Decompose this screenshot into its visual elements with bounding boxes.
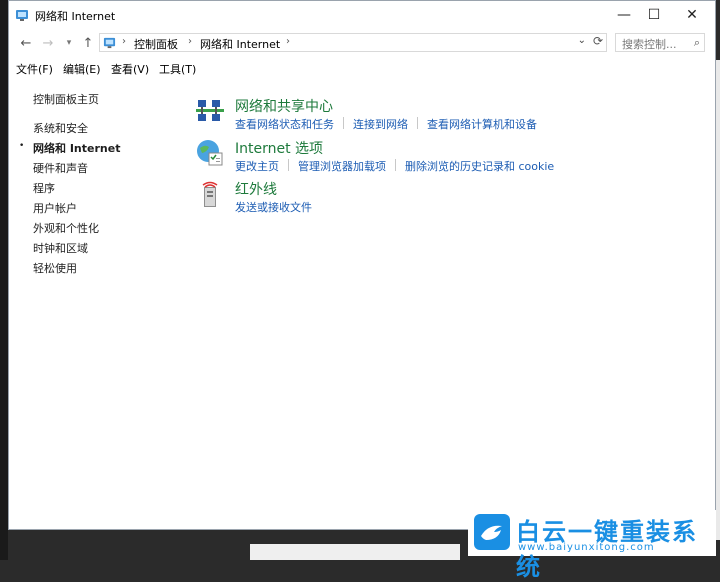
sidebar-item-system-security[interactable]: 系统和安全 xyxy=(33,120,88,136)
sidebar-item-programs[interactable]: 程序 xyxy=(33,180,55,196)
send-receive-files-link[interactable]: 发送或接收文件 xyxy=(235,199,312,215)
internet-options-tasks: 更改主页 管理浏览器加载项 删除浏览的历史记录和 cookie xyxy=(235,158,554,174)
change-homepage-link[interactable]: 更改主页 xyxy=(235,158,279,174)
address-bar[interactable]: › 控制面板 › 网络和 Internet › ⌄ ⟳ xyxy=(99,33,607,52)
menu-tools[interactable]: 工具(T) xyxy=(159,61,196,77)
window-title: 网络和 Internet xyxy=(35,10,116,23)
background-window-edge xyxy=(716,60,720,540)
sidebar-item-user-accounts[interactable]: 用户帐户 xyxy=(33,200,77,216)
menu-edit[interactable]: 编辑(E) xyxy=(63,61,101,77)
infrared-link[interactable]: 红外线 xyxy=(235,179,277,199)
link-divider xyxy=(395,159,396,171)
watermark-url: www.baiyunxitong.com xyxy=(518,542,655,553)
link-divider xyxy=(288,159,289,171)
control-panel-icon xyxy=(103,37,116,49)
breadcrumb-separator[interactable]: › xyxy=(122,36,126,47)
network-sharing-tasks: 查看网络状态和任务 连接到网络 查看网络计算机和设备 xyxy=(235,116,537,132)
search-icon[interactable]: ⌕ xyxy=(694,36,700,50)
sidebar-item-clock-region[interactable]: 时钟和区域 xyxy=(33,240,88,256)
control-panel-icon xyxy=(16,10,28,21)
internet-options-icon[interactable] xyxy=(195,138,225,168)
sidebar-item-hardware-sound[interactable]: 硬件和声音 xyxy=(33,160,88,176)
internet-options-link[interactable]: Internet 选项 xyxy=(235,138,323,158)
menu-view[interactable]: 查看(V) xyxy=(111,61,149,77)
sidebar-item-network-internet[interactable]: 网络和 Internet xyxy=(33,140,120,156)
address-dropdown-icon[interactable]: ⌄ xyxy=(578,35,586,46)
breadcrumb-network-internet[interactable]: 网络和 Internet xyxy=(200,36,280,52)
network-sharing-center-link[interactable]: 网络和共享中心 xyxy=(235,96,333,116)
search-input[interactable]: 搜索控制... ⌕ xyxy=(615,33,705,52)
maximize-button[interactable]: ☐ xyxy=(634,1,674,29)
desktop-background-strip xyxy=(0,0,8,560)
breadcrumb-separator[interactable]: › xyxy=(188,36,192,47)
watermark: 白云一键重装系统 www.baiyunxitong.com xyxy=(468,510,716,581)
recent-locations-chevron-icon[interactable]: ▾ xyxy=(63,34,75,52)
close-button[interactable]: ✕ xyxy=(672,1,712,29)
infrared-icon[interactable] xyxy=(195,179,225,209)
network-sharing-icon[interactable] xyxy=(195,96,225,126)
back-arrow-icon[interactable]: ← xyxy=(17,34,35,52)
connect-to-network-link[interactable]: 连接到网络 xyxy=(353,116,408,132)
refresh-icon[interactable]: ⟳ xyxy=(593,34,603,48)
sidebar-item-appearance[interactable]: 外观和个性化 xyxy=(33,220,99,236)
sidebar-item-home[interactable]: 控制面板主页 xyxy=(33,91,99,107)
control-panel-window: 网络和 Internet — ☐ ✕ ← → ▾ ↑ › 控制面板 › 网络和 … xyxy=(8,0,716,530)
link-divider xyxy=(343,117,344,129)
infrared-tasks: 发送或接收文件 xyxy=(235,199,312,215)
sidebar-item-ease-of-access[interactable]: 轻松使用 xyxy=(33,260,77,276)
title-bar: 网络和 Internet — ☐ ✕ xyxy=(9,1,715,29)
navigation-bar: ← → ▾ ↑ › 控制面板 › 网络和 Internet › ⌄ ⟳ 搜索控制… xyxy=(9,31,715,55)
search-placeholder: 搜索控制... xyxy=(622,38,677,51)
breadcrumb-control-panel[interactable]: 控制面板 xyxy=(134,36,178,52)
current-item-bullet: • xyxy=(19,141,25,151)
forward-arrow-icon[interactable]: → xyxy=(39,34,57,52)
breadcrumb-separator[interactable]: › xyxy=(286,36,290,47)
delete-browsing-history-link[interactable]: 删除浏览的历史记录和 cookie xyxy=(405,158,554,174)
background-window-strip xyxy=(250,544,460,560)
menu-file[interactable]: 文件(F) xyxy=(16,61,53,77)
menu-bar: 文件(F) 编辑(E) 查看(V) 工具(T) xyxy=(9,59,715,79)
manage-addons-link[interactable]: 管理浏览器加载项 xyxy=(298,158,386,174)
view-network-status-link[interactable]: 查看网络状态和任务 xyxy=(235,116,334,132)
view-network-computers-link[interactable]: 查看网络计算机和设备 xyxy=(427,116,537,132)
link-divider xyxy=(417,117,418,129)
bird-logo-icon xyxy=(474,514,510,550)
up-arrow-icon[interactable]: ↑ xyxy=(79,34,97,52)
